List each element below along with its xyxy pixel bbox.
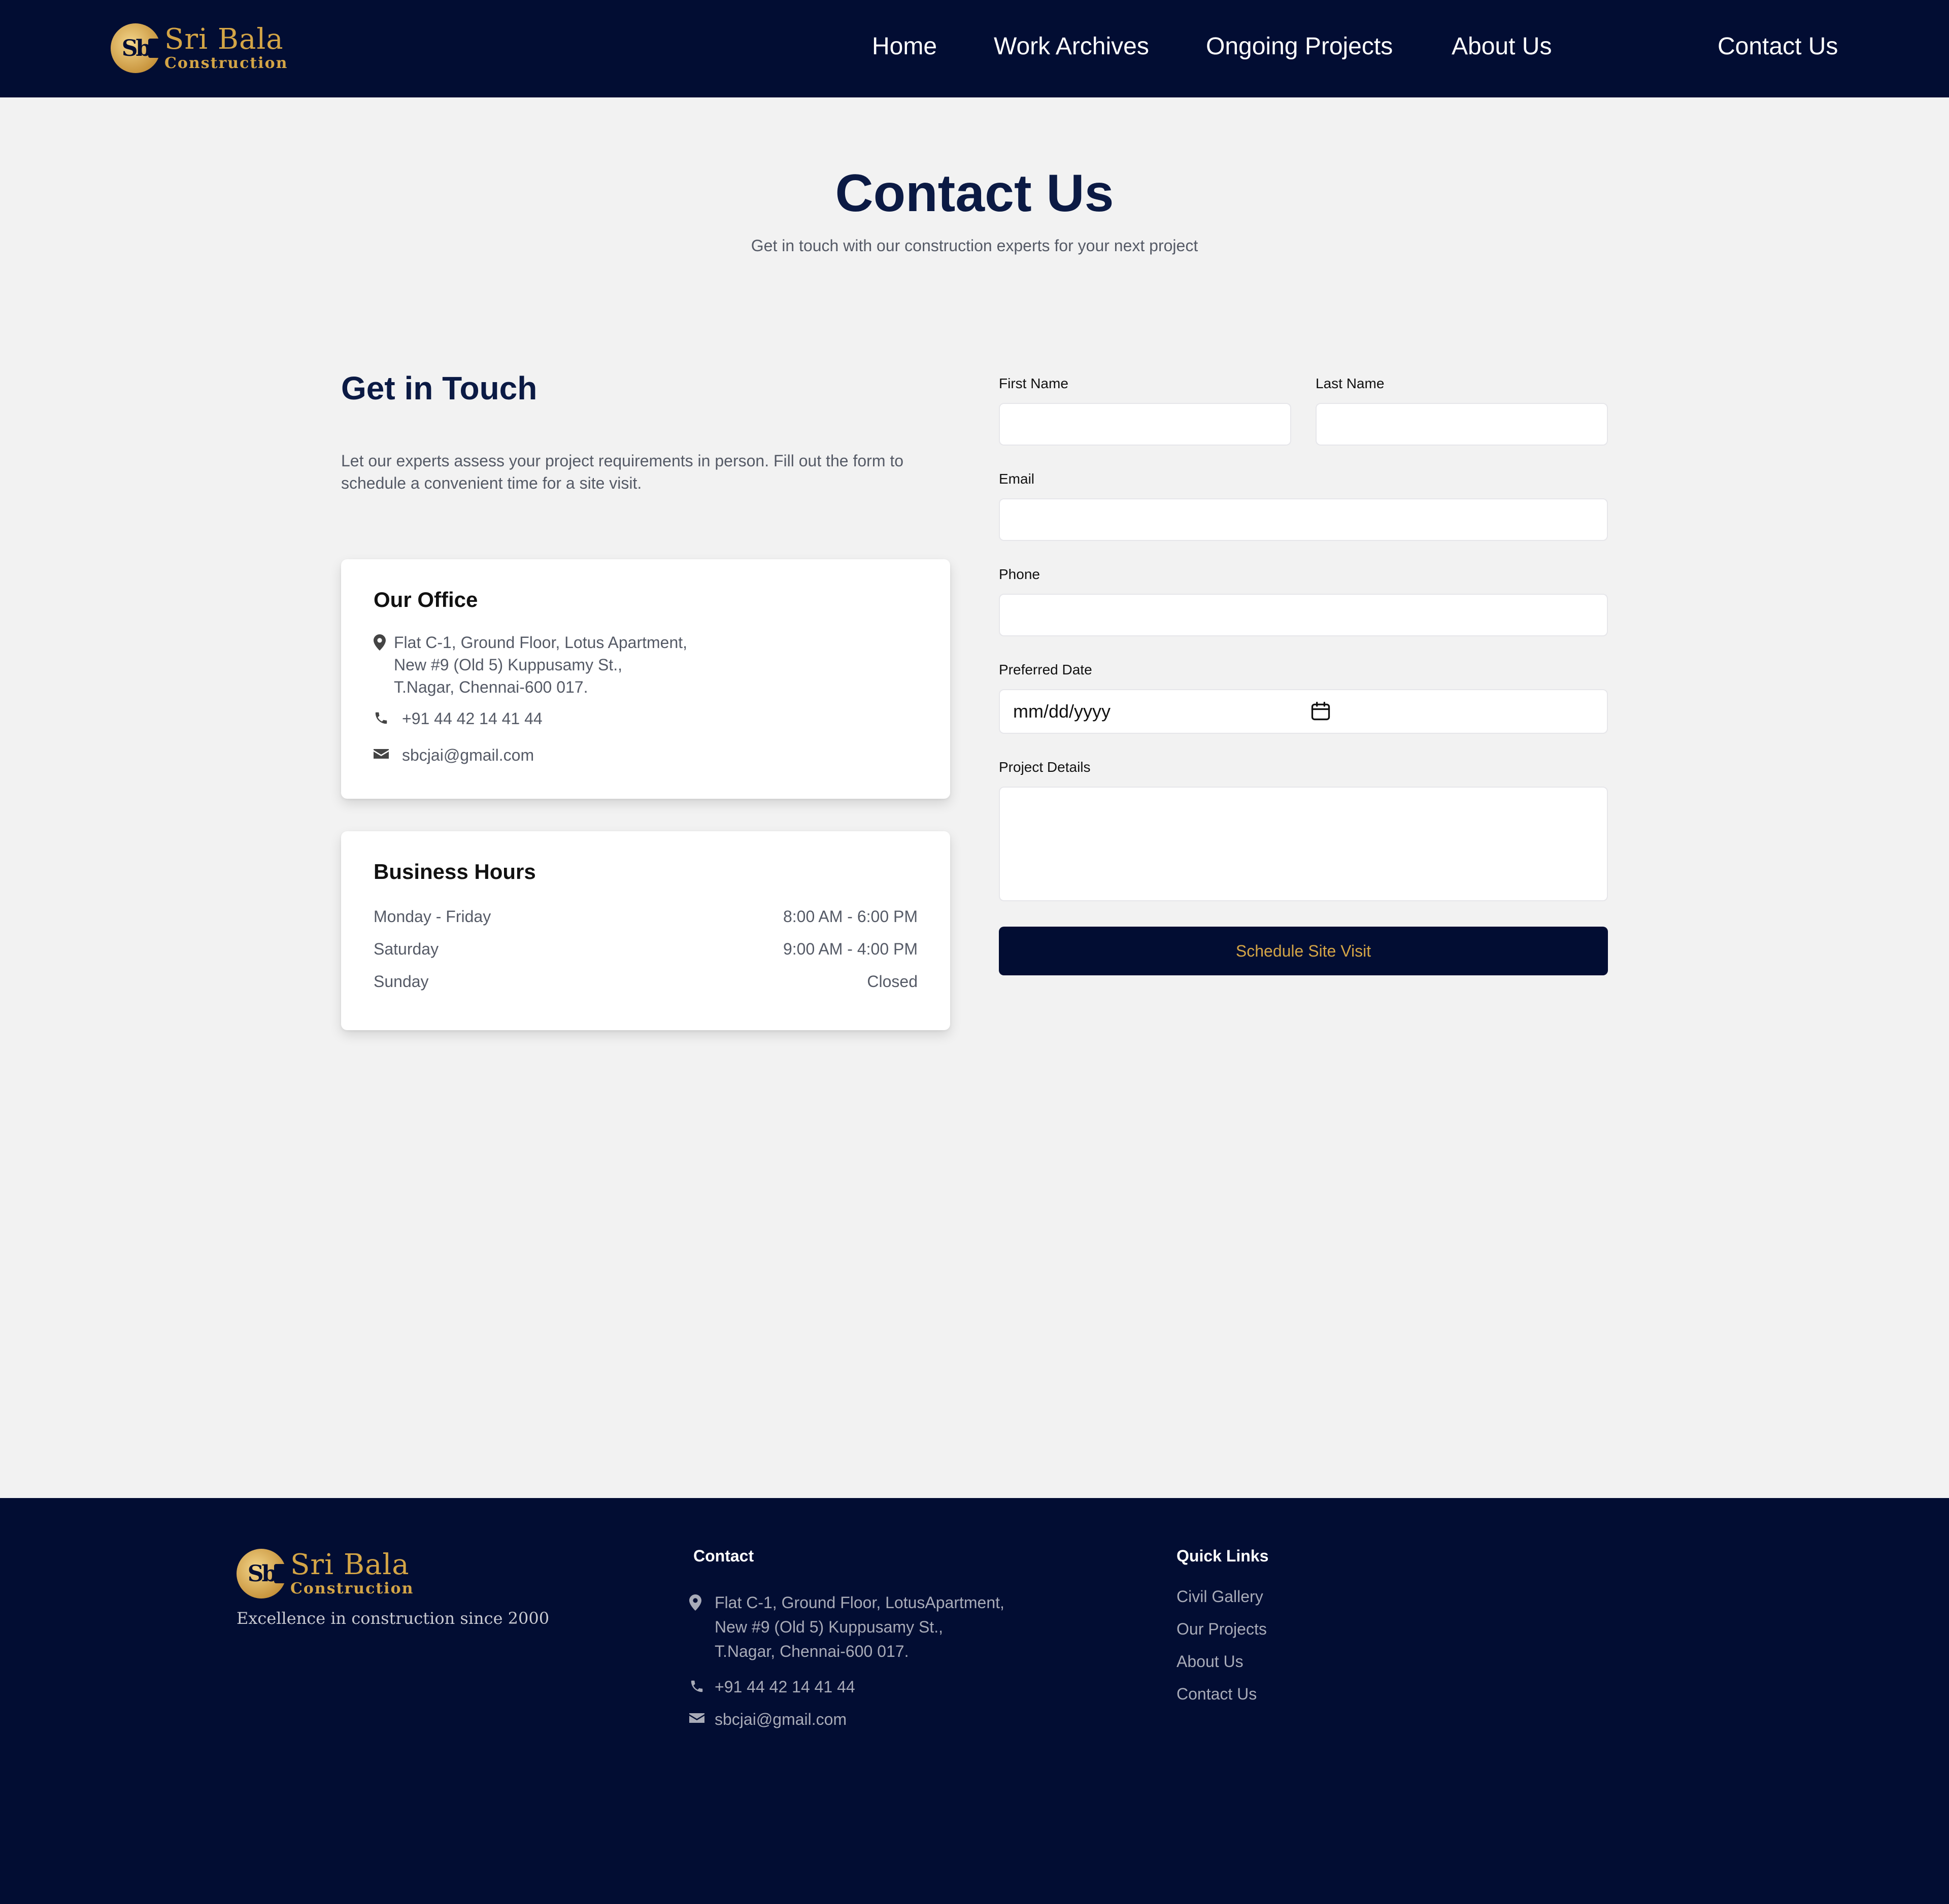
office-phone-row: +91 44 42 14 41 44	[374, 707, 543, 730]
hours-day: Saturday	[374, 940, 439, 958]
phone-label: Phone	[999, 566, 1040, 582]
page-title: Contact Us	[835, 164, 1114, 223]
phone-icon	[374, 710, 394, 726]
first-name-label: First Name	[999, 376, 1068, 391]
office-email-row: sbcjai@gmail.com	[374, 744, 534, 766]
date-placeholder: mm/dd/yyyy	[1013, 701, 1111, 722]
site-footer: Sb Sri Bala Construction Excellence in c…	[0, 1498, 1949, 1904]
footer-email[interactable]: sbcjai@gmail.com	[715, 1707, 847, 1731]
footer-phone[interactable]: +91 44 42 14 41 44	[715, 1675, 855, 1699]
footer-email-row: sbcjai@gmail.com	[689, 1707, 847, 1731]
nav-home[interactable]: Home	[872, 32, 937, 60]
preferred-date-label: Preferred Date	[999, 662, 1092, 677]
calendar-icon[interactable]	[1309, 700, 1332, 727]
footer-link-contact-us[interactable]: Contact Us	[1177, 1685, 1257, 1704]
footer-brand-logo[interactable]: Sb Sri Bala Construction	[237, 1549, 414, 1599]
site-header: Sb Sri Bala Construction Home Work Archi…	[0, 0, 1949, 97]
hours-time: 8:00 AM - 6:00 PM	[783, 907, 918, 926]
last-name-field[interactable]	[1316, 403, 1608, 446]
nav-work-archives[interactable]: Work Archives	[994, 32, 1149, 60]
office-phone[interactable]: +91 44 42 14 41 44	[402, 707, 543, 730]
hours-row: Saturday 9:00 AM - 4:00 PM	[374, 940, 918, 959]
brand-logo[interactable]: Sb Sri Bala Construction	[111, 23, 288, 73]
hours-day: Sunday	[374, 972, 429, 991]
preferred-date-field[interactable]: mm/dd/yyyy	[999, 689, 1608, 734]
footer-address-row: Flat C-1, Ground Floor, LotusApartment, …	[689, 1590, 1004, 1663]
business-hours-title: Business Hours	[374, 860, 536, 883]
first-name-field[interactable]	[999, 403, 1291, 446]
envelope-icon	[374, 747, 394, 760]
business-hours-card: Business Hours Monday - Friday 8:00 AM -…	[341, 831, 950, 1030]
hours-day: Monday - Friday	[374, 907, 491, 926]
schedule-site-visit-button[interactable]: Schedule Site Visit	[999, 927, 1608, 975]
footer-phone-row: +91 44 42 14 41 44	[689, 1675, 855, 1699]
last-name-label: Last Name	[1316, 376, 1385, 391]
footer-link-our-projects[interactable]: Our Projects	[1177, 1620, 1267, 1639]
hours-time: Closed	[867, 972, 918, 991]
office-address-row: Flat C-1, Ground Floor, Lotus Apartment,…	[374, 631, 687, 698]
footer-address: Flat C-1, Ground Floor, LotusApartment, …	[715, 1593, 1004, 1660]
footer-link-about-us[interactable]: About Us	[1177, 1652, 1244, 1671]
email-label: Email	[999, 471, 1035, 487]
logo-monogram: Sb	[121, 35, 152, 61]
logo-mark-icon: Sb	[111, 23, 163, 73]
map-pin-icon	[374, 634, 394, 651]
footer-link-civil-gallery[interactable]: Civil Gallery	[1177, 1587, 1263, 1606]
brand-name: Sri Bala	[290, 1548, 410, 1581]
map-pin-icon	[689, 1594, 707, 1613]
footer-quick-links-heading: Quick Links	[1177, 1547, 1269, 1565]
brand-subtitle: Construction	[164, 54, 288, 72]
office-card: Our Office Flat C-1, Ground Floor, Lotus…	[341, 559, 950, 799]
get-in-touch-text: Let our experts assess your project requ…	[341, 452, 904, 492]
page-subtitle: Get in touch with our construction exper…	[751, 236, 1198, 255]
logo-mark-icon: Sb	[237, 1549, 289, 1599]
office-card-title: Our Office	[374, 588, 478, 611]
office-email[interactable]: sbcjai@gmail.com	[402, 744, 534, 766]
project-details-field[interactable]	[999, 787, 1608, 901]
nav-ongoing-projects[interactable]: Ongoing Projects	[1206, 32, 1393, 60]
brand-name: Sri Bala	[164, 23, 284, 56]
hours-row: Sunday Closed	[374, 972, 918, 991]
brand-subtitle: Construction	[290, 1580, 414, 1597]
nav-contact-us[interactable]: Contact Us	[1718, 32, 1838, 60]
email-field[interactable]	[999, 498, 1608, 541]
office-address: Flat C-1, Ground Floor, Lotus Apartment,…	[394, 633, 688, 696]
footer-tagline: Excellence in construction since 2000	[237, 1609, 550, 1628]
phone-field[interactable]	[999, 594, 1608, 636]
envelope-icon	[689, 1711, 707, 1727]
project-details-label: Project Details	[999, 759, 1091, 775]
footer-contact-heading: Contact	[693, 1547, 754, 1565]
nav-about-us[interactable]: About Us	[1452, 32, 1552, 60]
phone-icon	[689, 1679, 707, 1696]
hours-time: 9:00 AM - 4:00 PM	[783, 940, 918, 958]
logo-monogram: Sb	[247, 1560, 278, 1587]
get-in-touch-heading: Get in Touch	[341, 370, 537, 406]
hours-row: Monday - Friday 8:00 AM - 6:00 PM	[374, 907, 918, 926]
